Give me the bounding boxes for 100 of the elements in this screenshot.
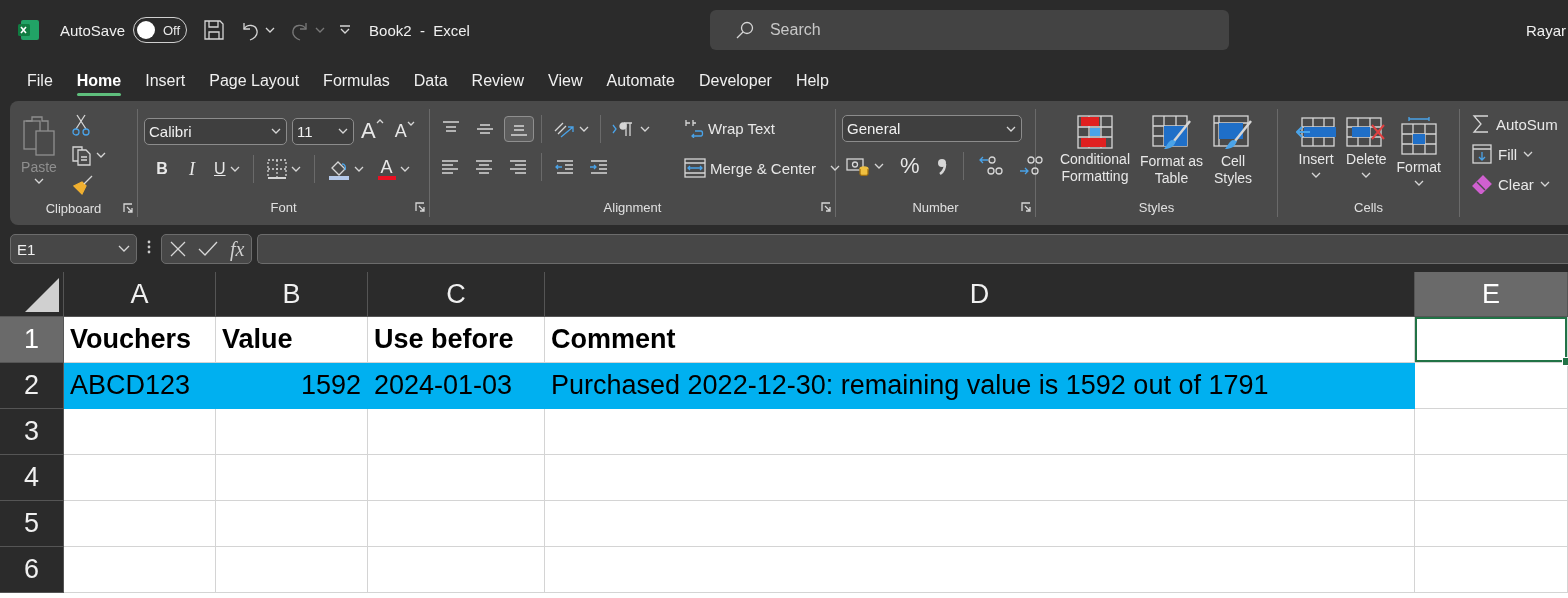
insert-function-button[interactable]: fx [226, 237, 245, 261]
ribbon-tab[interactable]: File [15, 65, 65, 96]
ribbon-tab[interactable]: Automate [594, 65, 687, 96]
caret-icon [1413, 179, 1424, 186]
ribbon-tab[interactable]: Help [783, 65, 841, 96]
caret-icon [640, 126, 650, 132]
column-header[interactable]: C [368, 272, 545, 317]
active-cell[interactable] [1415, 317, 1568, 363]
percent-style-button[interactable]: % [896, 150, 924, 182]
editing-button[interactable]: AutoSum [1468, 111, 1562, 137]
close-icon [170, 241, 186, 257]
column-header[interactable]: E [1415, 272, 1568, 317]
search-field[interactable]: Search [709, 10, 1229, 50]
dialog-launcher-icon [1021, 202, 1031, 212]
caret-icon [34, 177, 44, 184]
row-header[interactable]: 4 [0, 455, 64, 501]
name-box[interactable]: E1 [10, 234, 137, 264]
delete-cells-icon [1346, 117, 1387, 147]
borders-icon [266, 159, 287, 179]
customize-icon [339, 25, 352, 35]
dialog-launcher-icon [821, 202, 831, 212]
style-gallery-button[interactable]: Conditional Formatting [1055, 113, 1134, 187]
wrap-text-icon [684, 118, 704, 138]
sigma-icon [1472, 114, 1490, 134]
column-header[interactable]: B [216, 272, 368, 317]
excel-logo-icon [18, 19, 40, 41]
grow-font-button[interactable]: A [357, 115, 388, 147]
outdent-icon [555, 158, 575, 176]
insert-cells-icon [1296, 117, 1337, 147]
merge-center-button[interactable]: Merge & Center [680, 155, 844, 181]
editing-button[interactable]: Clear [1468, 171, 1554, 197]
ribbon-tab[interactable]: View [536, 65, 595, 96]
column-header[interactable]: D [545, 272, 1415, 317]
table-cell: 1592 [216, 363, 368, 409]
indent-icon [589, 158, 609, 176]
shrink-font-button[interactable]: A [390, 117, 419, 145]
cells-button[interactable]: Insert [1292, 115, 1341, 180]
window-title: Book2 - Excel [369, 21, 470, 39]
caret-icon [1311, 171, 1322, 178]
caret-icon [265, 27, 276, 33]
table-brush-icon [1151, 115, 1192, 151]
caret-icon [271, 128, 281, 134]
column-header[interactable]: A [64, 272, 216, 317]
scissors-icon [72, 114, 90, 136]
cells-button[interactable]: Format [1392, 115, 1445, 188]
group-label: Font [270, 199, 297, 215]
table-cell: Purchased 2022-12-30: remaining value is 1592 out of 1791 [545, 363, 1415, 409]
style-gallery-button[interactable]: Cell Styles [1209, 113, 1258, 189]
decimal-arrow-icon [978, 155, 1003, 177]
corner-triangle-icon [25, 278, 59, 312]
font-size-field[interactable]: 11 [292, 117, 354, 145]
cells-button[interactable]: Delete [1342, 115, 1391, 180]
ribbon-tab[interactable]: Page Layout [197, 65, 312, 96]
merge-cells-icon [684, 158, 706, 178]
formula-field[interactable] [257, 234, 1568, 264]
wrap-text-button[interactable]: Wrap Text [680, 115, 844, 141]
ribbon-tab[interactable]: Review [459, 65, 537, 96]
caret-icon [118, 245, 130, 253]
row-header[interactable]: 1 [0, 317, 64, 363]
ribbon-tab[interactable]: Data [401, 65, 460, 96]
select-all-button[interactable] [0, 272, 64, 317]
align-lines-icon [508, 158, 528, 176]
style-gallery-button[interactable]: Format as Table [1136, 113, 1208, 189]
font-color-button[interactable]: A [373, 155, 414, 183]
bold-button[interactable]: B [150, 157, 174, 181]
row-header[interactable]: 2 [0, 363, 64, 409]
search-input[interactable]: Search [767, 20, 1229, 40]
row-header[interactable]: 6 [0, 547, 64, 593]
ribbon-tab[interactable]: Home [64, 65, 134, 96]
group-label: Styles [1138, 199, 1175, 215]
row-header[interactable]: 5 [0, 501, 64, 547]
dialog-launcher-icon [123, 203, 133, 213]
caret-icon [1361, 171, 1372, 178]
ribbon-tab[interactable]: Developer [686, 65, 784, 96]
more-icon [147, 240, 151, 254]
caret-icon [338, 128, 348, 134]
ribbon-tab[interactable]: Formulas [311, 65, 402, 96]
group-label: Cells [1354, 199, 1383, 215]
search-icon [735, 21, 754, 39]
caret-icon [229, 166, 240, 172]
decimal-arrow-icon [1018, 155, 1043, 177]
check-icon [198, 241, 218, 257]
caret-icon [399, 166, 410, 172]
caret-icon [1006, 125, 1016, 132]
table-cell: ABCD123 [64, 363, 216, 409]
caret-icon [579, 126, 589, 132]
underline-button[interactable]: U [210, 157, 244, 181]
money-icon [846, 156, 870, 176]
group-label: Alignment [603, 199, 662, 215]
editing-button[interactable]: Fill [1468, 141, 1538, 167]
caret-icon [829, 165, 840, 171]
user-name[interactable]: Rayar [1526, 21, 1566, 39]
font-name-field[interactable]: Calibri [144, 117, 287, 145]
ribbon-tab[interactable]: Insert [133, 65, 198, 96]
italic-button[interactable]: I [180, 155, 204, 183]
row-header[interactable]: 3 [0, 409, 64, 455]
vertical-align-button[interactable] [504, 116, 534, 142]
copy-icon [72, 144, 92, 166]
number-format-field[interactable]: General [842, 115, 1022, 142]
format-cells-icon [1400, 117, 1437, 155]
